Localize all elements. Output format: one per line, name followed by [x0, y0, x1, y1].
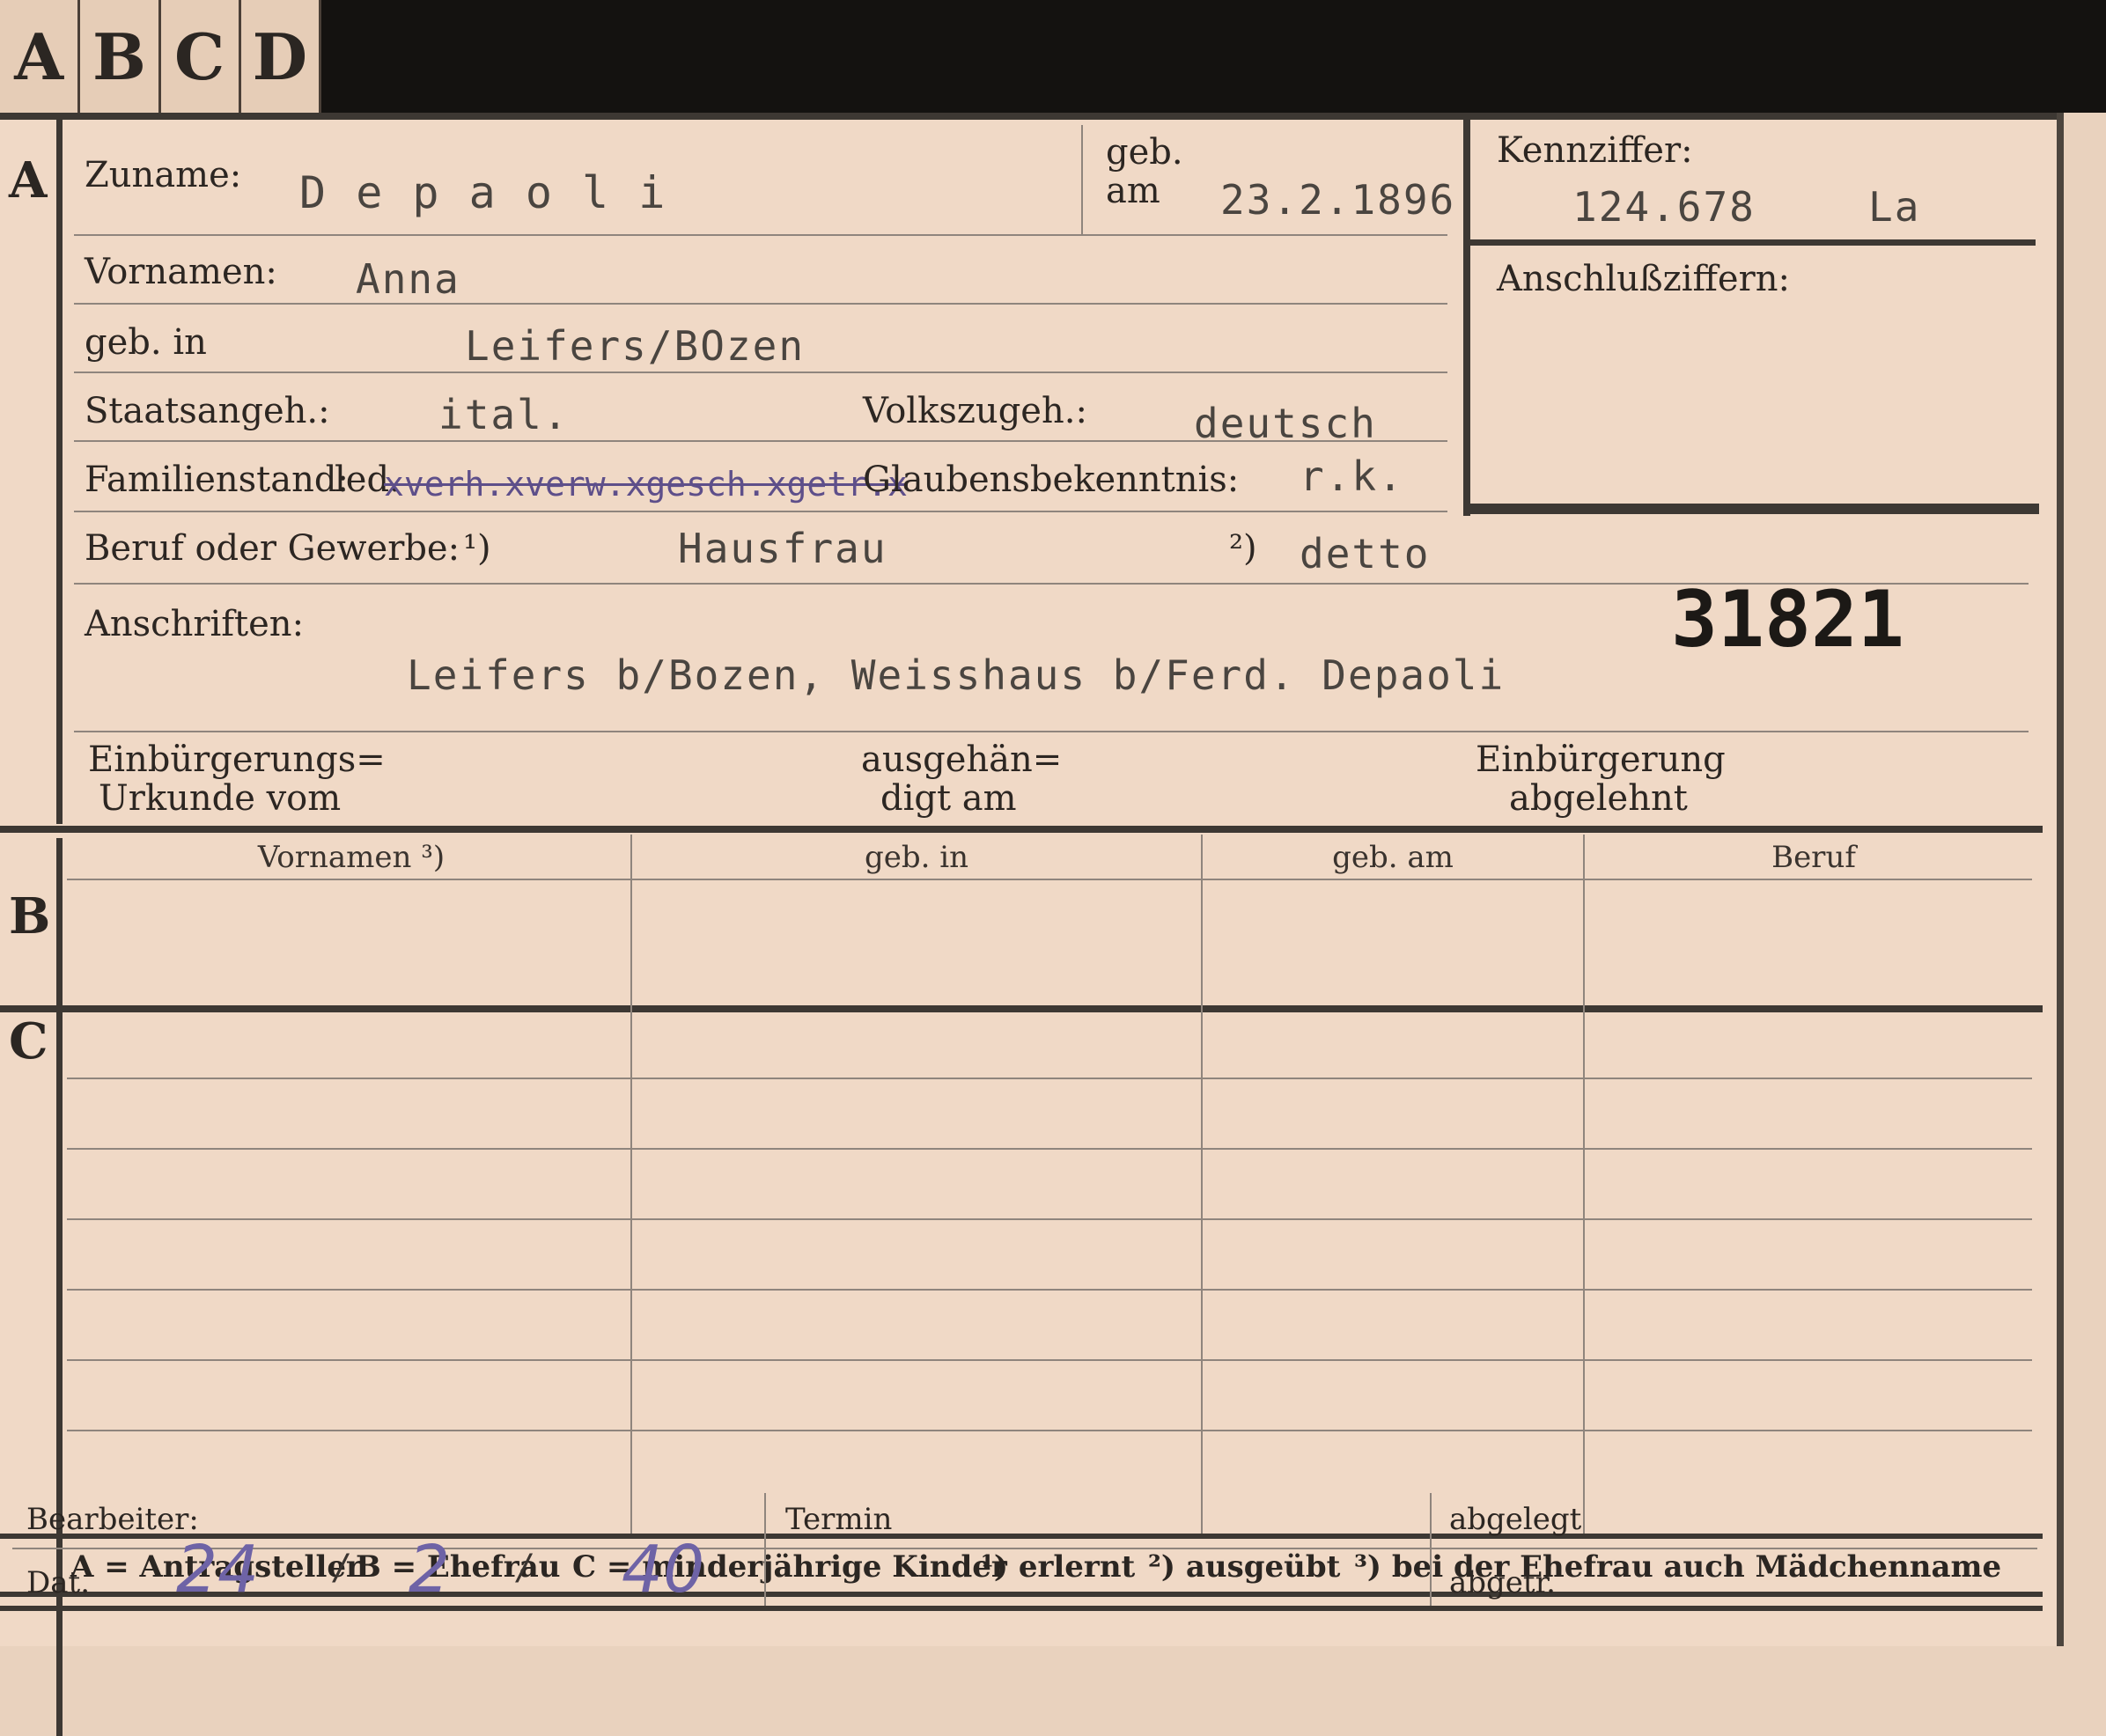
- child-row-rule: [67, 1078, 2032, 1079]
- section-a-bar: [56, 120, 63, 824]
- child-row-rule: [67, 1289, 2032, 1291]
- anschrift-value: Leifers b/Bozen, Weisshaus b/Ferd. Depao…: [407, 651, 1506, 699]
- glaubensbekenntnis-value: r.k.: [1300, 452, 1404, 500]
- date-year: 40: [622, 1532, 705, 1607]
- familienstand-struck-options: xverh.xverw.xgesch.xgetr.x: [384, 465, 908, 504]
- admin-divider: [764, 1493, 766, 1606]
- geb-am-value: 23.2.1896: [1220, 176, 1456, 224]
- admin-divider: [1430, 1493, 1432, 1606]
- child-row-rule: [67, 1430, 2032, 1431]
- ausgehaen-label-2: digt am: [880, 778, 1017, 819]
- beruf-note2: ²): [1229, 528, 1257, 569]
- am-label: am: [1106, 171, 1160, 211]
- bearbeiter-label: Bearbeiter:: [26, 1502, 199, 1537]
- dat-label: Dat.: [26, 1565, 91, 1600]
- section-a-marker: A: [9, 151, 48, 210]
- termin-label: Termin: [785, 1502, 893, 1537]
- section-b-top-border: [0, 826, 2043, 833]
- anschlussziffern-label: Anschlußziffern:: [1497, 259, 1790, 299]
- vornamen-value: Anna: [356, 255, 460, 303]
- beruf-note1: ¹): [463, 528, 491, 569]
- date-day: 24: [176, 1532, 260, 1607]
- admin-section: Bearbeiter: Dat. 24 / 2 / 40 Termin abge…: [0, 1493, 2057, 1646]
- beruf-label: Beruf oder Gewerbe:: [85, 528, 460, 569]
- divider: [1081, 125, 1083, 236]
- tab-b[interactable]: B: [80, 0, 161, 113]
- child-row-rule: [67, 1359, 2032, 1361]
- admin-bottom-border: [0, 1606, 2043, 1611]
- col-header-geb-am: geb. am: [1332, 840, 1454, 875]
- date-sep: /: [518, 1548, 530, 1588]
- vornamen-label: Vornamen:: [85, 252, 277, 292]
- kennziffer-label: Kennziffer:: [1497, 130, 1693, 171]
- row-rule: [74, 511, 1447, 512]
- col-header-beruf: Beruf: [1771, 840, 1856, 875]
- admin-row-rule: [12, 1548, 2037, 1549]
- abgelegt-label: abgelegt: [1449, 1502, 1582, 1537]
- kennziffer-box-left: [1463, 120, 1470, 516]
- glaubensbekenntnis-label: Glaubensbekenntnis:: [863, 460, 1240, 500]
- geb-in-value: Leifers/BOzen: [465, 322, 806, 370]
- kennziffer-box-divider: [1463, 239, 2036, 246]
- row-rule: [74, 303, 1447, 305]
- beruf-erlernt-value: Hausfrau: [678, 525, 887, 572]
- einbuergerungs-label-1: Einbürgerungs=: [88, 739, 386, 780]
- date-month: 2: [409, 1532, 451, 1607]
- beruf-ausgeuebt-value: detto: [1300, 530, 1431, 577]
- child-row-rule: [67, 1218, 2032, 1220]
- geb-in-label: geb. in: [85, 322, 207, 363]
- col-header-geb-in: geb. in: [864, 840, 969, 875]
- row-rule: [74, 234, 1447, 236]
- anschriften-label: Anschriften:: [85, 604, 305, 644]
- einbuergerungs-label-2: Urkunde vom: [99, 778, 342, 819]
- card-top-border: [0, 113, 2057, 120]
- staatsangeh-label: Staatsangeh.:: [85, 391, 330, 431]
- zuname-label: Zuname:: [85, 155, 242, 195]
- kennziffer-value: 124.678: [1572, 183, 1756, 231]
- header-rule: [67, 879, 2032, 880]
- einbuergerung-label-1: Einbürgerung: [1476, 739, 1726, 780]
- volkszugeh-label: Volkszugeh.:: [863, 391, 1087, 431]
- tab-a[interactable]: A: [0, 0, 81, 113]
- tab-c[interactable]: C: [161, 0, 241, 113]
- kennziffer-box-bottom: [1463, 504, 2039, 514]
- familienstand-label: Familienstand:: [85, 460, 349, 500]
- tab-d[interactable]: D: [241, 0, 319, 113]
- row-rule: [74, 440, 1447, 442]
- card-number-stamp: 31821: [1671, 574, 1904, 665]
- geb-label: geb.: [1106, 132, 1183, 173]
- section-c-marker: C: [9, 1012, 48, 1070]
- row-rule: [74, 731, 2029, 732]
- ausgehaen-label-1: ausgehän=: [861, 739, 1063, 780]
- einbuergerung-label-2: abgelehnt: [1509, 778, 1688, 819]
- section-c-top-border: [0, 1005, 2043, 1012]
- kennziffer-suffix: La: [1868, 183, 1921, 231]
- date-sep: /: [335, 1548, 347, 1588]
- abgetr-label: abgetr.: [1449, 1565, 1556, 1600]
- staatsangeh-value: ital.: [438, 391, 570, 438]
- index-tabs: A B C D: [0, 0, 321, 113]
- section-b-marker: B: [9, 887, 51, 945]
- child-row-rule: [67, 1148, 2032, 1150]
- col-header-vornamen: Vornamen ³): [257, 840, 446, 875]
- zuname-value: D e p a o l i: [299, 167, 667, 218]
- row-rule: [74, 371, 1447, 373]
- registration-card: A B C Zuname: D e p a o l i geb. am 23.2…: [0, 113, 2064, 1736]
